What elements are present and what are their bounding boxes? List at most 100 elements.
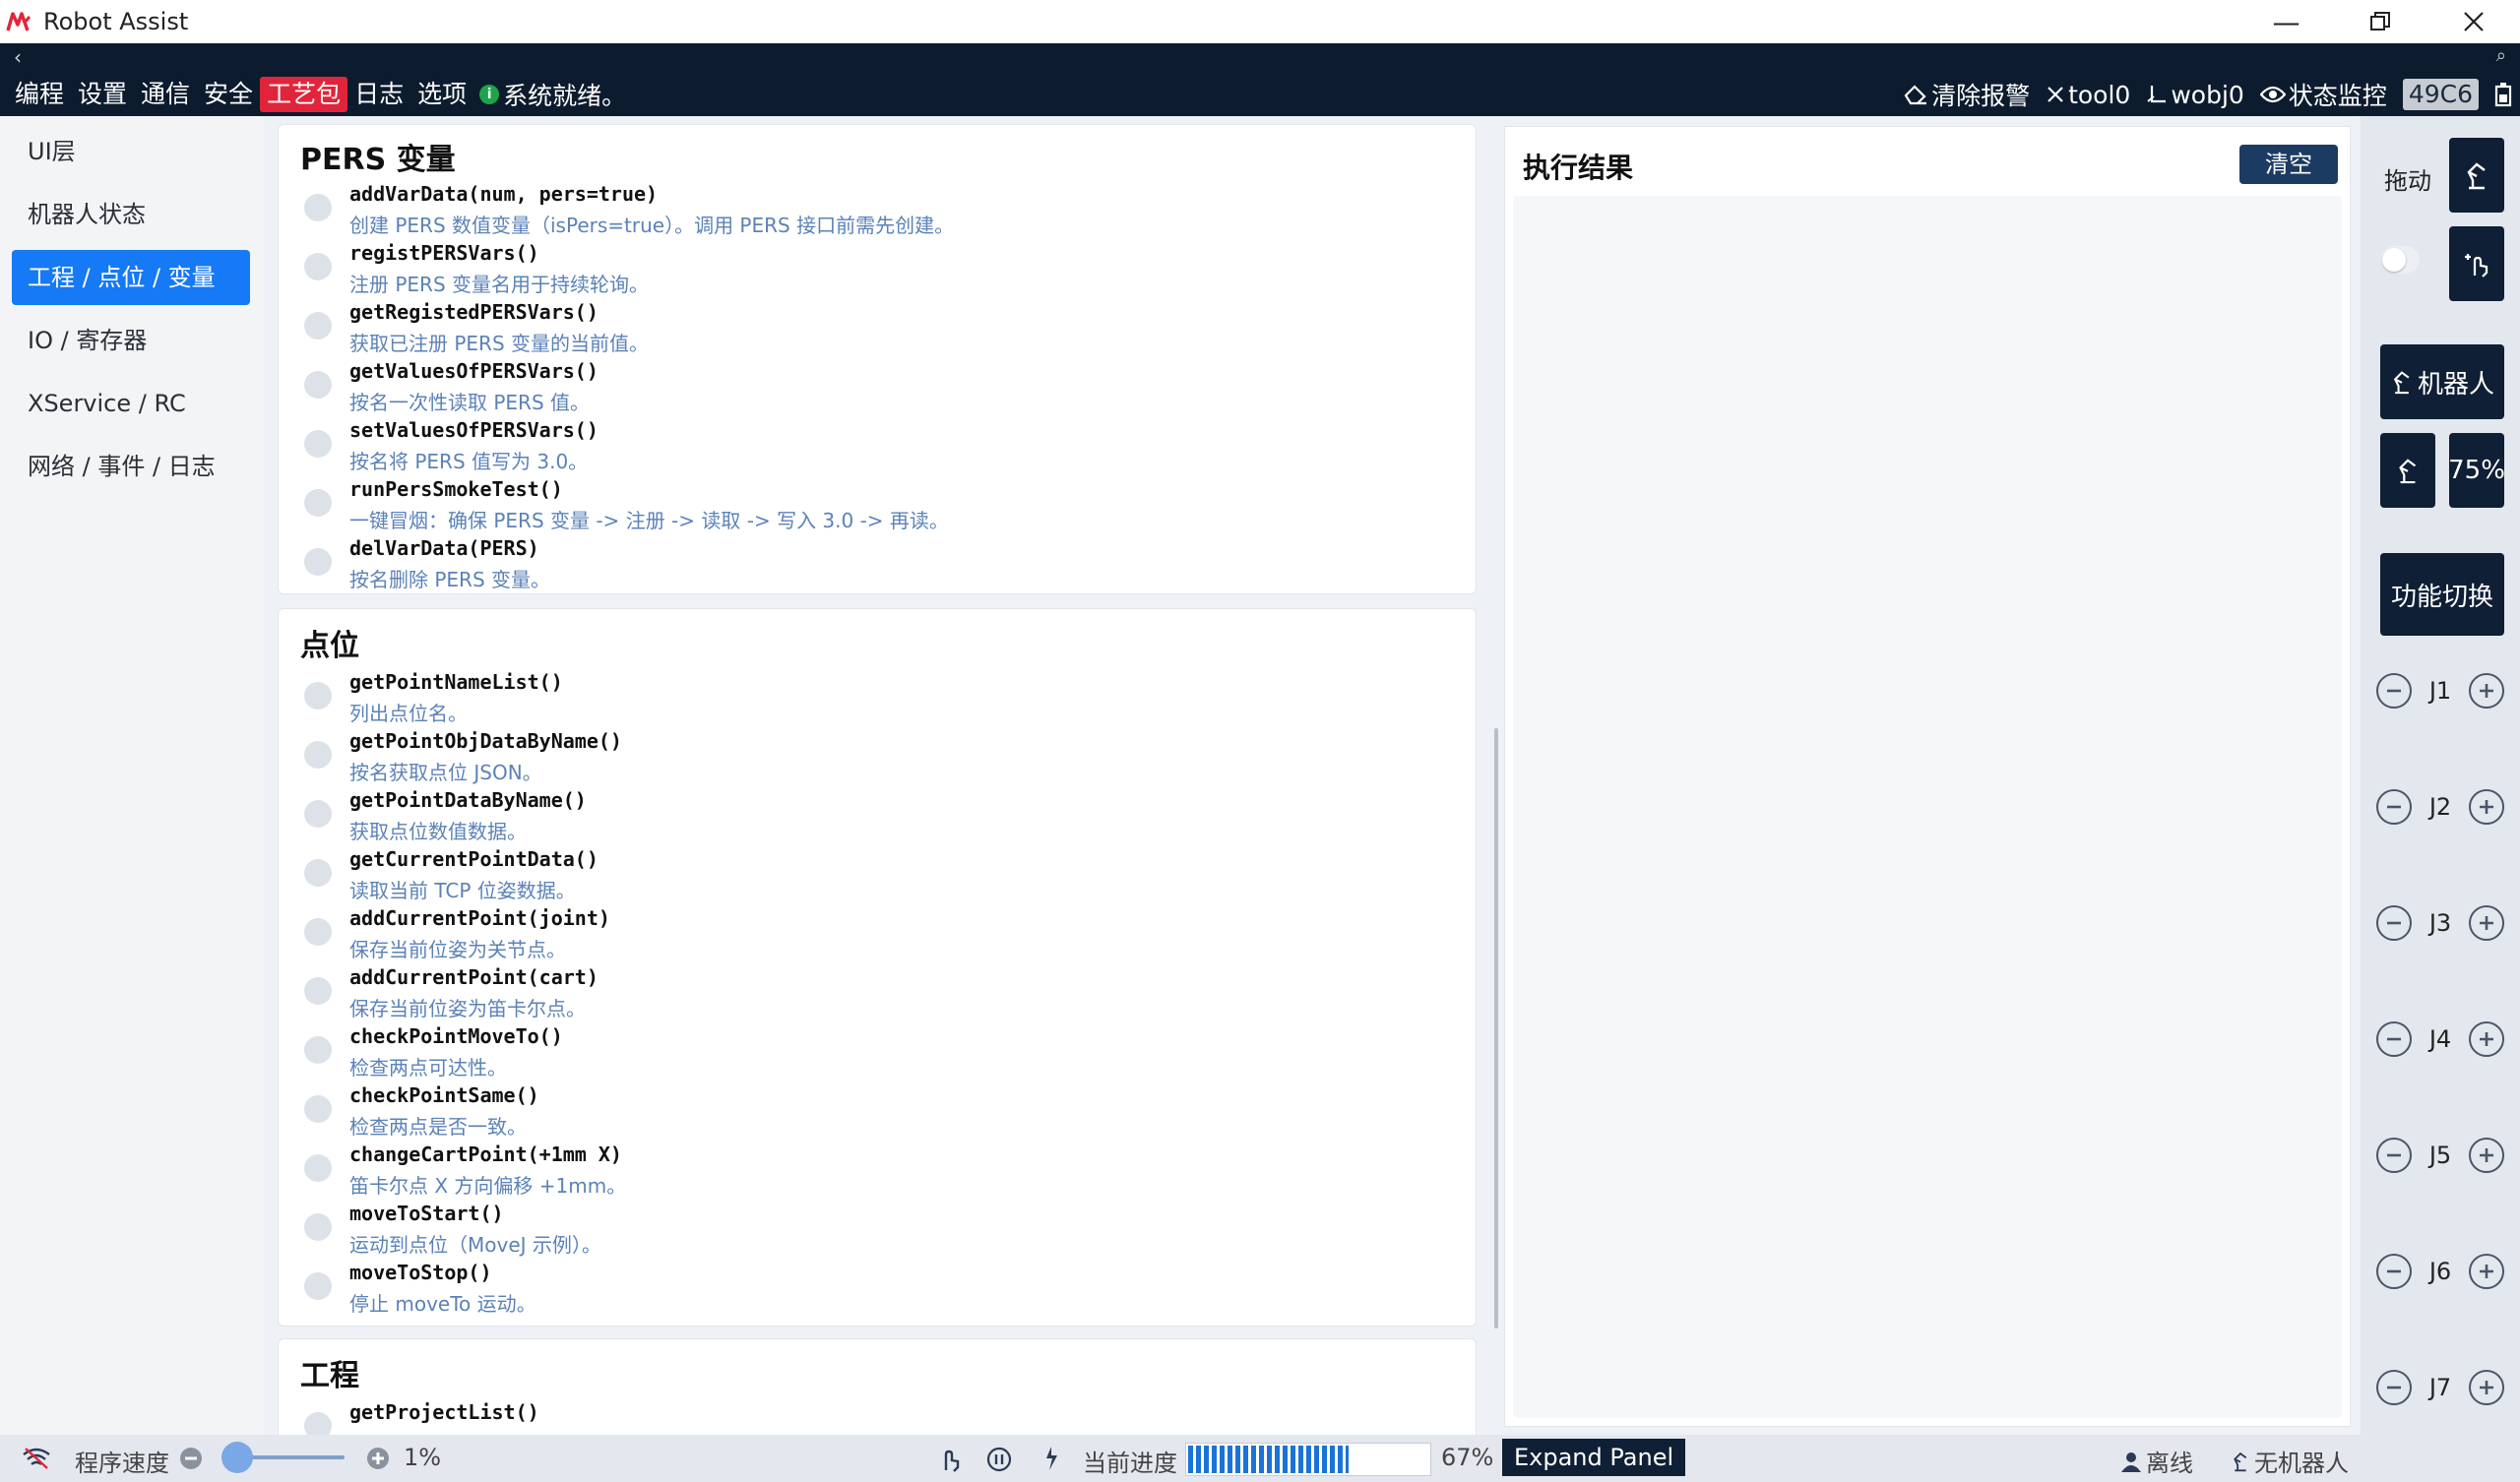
- clear-alarm-button[interactable]: 清除报警: [1903, 77, 2030, 112]
- api-row[interactable]: checkPointMoveTo() 检查两点可达性。: [304, 1024, 1436, 1083]
- api-radio[interactable]: [304, 489, 332, 517]
- api-radio[interactable]: [304, 741, 332, 769]
- api-function-name: delVarData(PERS): [349, 536, 539, 560]
- menu-item-safety[interactable]: 安全: [197, 77, 260, 112]
- menu-item-programming[interactable]: 编程: [8, 77, 71, 112]
- joint-plus-button[interactable]: [2469, 1370, 2504, 1405]
- api-row[interactable]: getValuesOfPERSVars() 按名一次性读取 PERS 值。: [304, 359, 1436, 418]
- slider-knob[interactable]: [221, 1442, 253, 1473]
- drag-toggle[interactable]: [2380, 246, 2420, 274]
- api-radio[interactable]: [304, 548, 332, 576]
- back-icon[interactable]: ‹: [14, 45, 22, 69]
- joint-minus-button[interactable]: [2376, 789, 2412, 825]
- joint-plus-button[interactable]: [2469, 905, 2504, 941]
- joint-label: J6: [2428, 1258, 2452, 1285]
- api-radio[interactable]: [304, 430, 332, 458]
- robot-button[interactable]: 机器人: [2380, 344, 2504, 419]
- joint-plus-button[interactable]: [2469, 673, 2504, 709]
- pers-variables-card: PERS 变量 addVarData(num, pers=true) 创建 PER…: [278, 124, 1477, 594]
- joint-plus-button[interactable]: [2469, 1021, 2504, 1057]
- api-description: 创建 PERS 数值变量（isPers=true）。调用 PERS 接口前需先创…: [349, 214, 955, 237]
- joint-plus-button[interactable]: [2469, 1254, 2504, 1289]
- api-radio[interactable]: [304, 682, 332, 710]
- hand-guide-button[interactable]: [2449, 226, 2504, 301]
- menu-item-log[interactable]: 日志: [347, 77, 410, 112]
- search-icon[interactable]: ⌕: [2496, 45, 2506, 66]
- robot-mode-button[interactable]: [2380, 433, 2435, 508]
- speed-decrease-button[interactable]: [179, 1447, 203, 1470]
- api-row[interactable]: getRegistedPERSVars() 获取已注册 PERS 变量的当前值。: [304, 300, 1436, 359]
- api-row[interactable]: addCurrentPoint(joint) 保存当前位姿为关节点。: [304, 906, 1436, 965]
- joint-plus-button[interactable]: [2469, 1138, 2504, 1173]
- api-row[interactable]: getProjectList(): [304, 1400, 1436, 1435]
- run-mode-icon[interactable]: [1041, 1445, 1061, 1472]
- step-mode-icon[interactable]: [937, 1445, 961, 1472]
- function-switch-button[interactable]: 功能切换: [2380, 553, 2504, 636]
- drag-mode-button[interactable]: [2449, 138, 2504, 213]
- api-row[interactable]: getCurrentPointData() 读取当前 TCP 位姿数据。: [304, 847, 1436, 906]
- menu-item-process-package[interactable]: 工艺包: [260, 77, 348, 112]
- pause-icon[interactable]: [986, 1447, 1012, 1472]
- api-row[interactable]: checkPointSame() 检查两点是否一致。: [304, 1083, 1436, 1142]
- api-row[interactable]: delVarData(PERS) 按名删除 PERS 变量。: [304, 536, 1436, 595]
- api-radio[interactable]: [304, 1095, 332, 1123]
- api-radio[interactable]: [304, 253, 332, 280]
- joint-plus-button[interactable]: [2469, 789, 2504, 825]
- minimize-button[interactable]: —: [2239, 0, 2333, 43]
- menu-item-communication[interactable]: 通信: [134, 77, 197, 112]
- api-row[interactable]: setValuesOfPERSVars() 按名将 PERS 值写为 3.0。: [304, 418, 1436, 477]
- minus-icon: [2387, 1037, 2401, 1041]
- api-radio[interactable]: [304, 859, 332, 887]
- program-speed-slider[interactable]: [221, 1442, 345, 1473]
- api-row[interactable]: getPointDataByName() 获取点位数值数据。: [304, 788, 1436, 847]
- api-radio[interactable]: [304, 1036, 332, 1064]
- sidebar-item-io-registers[interactable]: IO / 寄存器: [12, 313, 250, 368]
- speed-ratio-button[interactable]: 75%: [2448, 433, 2505, 508]
- api-radio[interactable]: [304, 371, 332, 399]
- joint-minus-button[interactable]: [2376, 1370, 2412, 1405]
- api-row[interactable]: moveToStop() 停止 moveTo 运动。: [304, 1261, 1436, 1320]
- content-scrollbar[interactable]: [1494, 728, 1498, 1328]
- tool-selector[interactable]: tool0: [2046, 81, 2130, 109]
- api-row[interactable]: changeCartPoint(+1mm X) 笛卡尔点 X 方向偏移 +1mm。: [304, 1142, 1436, 1202]
- clear-button[interactable]: 清空: [2239, 145, 2338, 184]
- api-row[interactable]: moveToStart() 运动到点位（MoveJ 示例）。: [304, 1202, 1436, 1261]
- api-radio[interactable]: [304, 1213, 332, 1241]
- wobj-selector[interactable]: wobj0: [2146, 81, 2244, 109]
- api-radio[interactable]: [304, 1412, 332, 1435]
- api-radio[interactable]: [304, 1154, 332, 1182]
- api-row[interactable]: runPersSmokeTest() 一键冒烟：确保 PERS 变量 -> 注册 …: [304, 477, 1436, 536]
- sidebar-item-network-events-log[interactable]: 网络 / 事件 / 日志: [12, 439, 250, 494]
- sidebar-item-project-points-vars[interactable]: 工程 / 点位 / 变量: [12, 250, 250, 305]
- sidebar-item-ui-layer[interactable]: UI层: [12, 124, 250, 179]
- api-row[interactable]: getPointNameList() 列出点位名。: [304, 670, 1436, 729]
- api-row[interactable]: addCurrentPoint(cart) 保存当前位姿为笛卡尔点。: [304, 965, 1436, 1024]
- api-radio[interactable]: [304, 918, 332, 946]
- menu-item-settings[interactable]: 设置: [71, 77, 134, 112]
- joint-label: J1: [2428, 677, 2452, 705]
- speed-increase-button[interactable]: [366, 1447, 390, 1470]
- joint-minus-button[interactable]: [2376, 1021, 2412, 1057]
- status-monitor-button[interactable]: 状态监控: [2259, 77, 2387, 112]
- api-radio[interactable]: [304, 800, 332, 828]
- sidebar-item-robot-status[interactable]: 机器人状态: [12, 187, 250, 242]
- joint-minus-button[interactable]: [2376, 673, 2412, 709]
- api-radio[interactable]: [304, 1272, 332, 1300]
- joint-minus-button[interactable]: [2376, 905, 2412, 941]
- api-radio[interactable]: [304, 977, 332, 1005]
- joint-minus-button[interactable]: [2376, 1138, 2412, 1173]
- api-description: 停止 moveTo 运动。: [349, 1292, 536, 1316]
- api-row[interactable]: addVarData(num, pers=true) 创建 PERS 数值变量（i…: [304, 182, 1436, 241]
- joint-minus-button[interactable]: [2376, 1254, 2412, 1289]
- api-radio[interactable]: [304, 194, 332, 221]
- api-description: 运动到点位（MoveJ 示例）。: [349, 1233, 601, 1257]
- close-button[interactable]: [2426, 0, 2520, 43]
- expand-panel-button[interactable]: Expand Panel: [1502, 1439, 1686, 1476]
- api-radio[interactable]: [304, 312, 332, 340]
- sidebar-item-xservice-rc[interactable]: XService / RC: [12, 376, 250, 431]
- api-row[interactable]: getPointObjDataByName() 按名获取点位 JSON。: [304, 729, 1436, 788]
- api-row[interactable]: registPERSVars() 注册 PERS 变量名用于持续轮询。: [304, 241, 1436, 300]
- status-bar: 程序速度 1% 当前进度 67% Expand Panel 离线 无机器人: [0, 1435, 2520, 1482]
- menu-item-options[interactable]: 选项: [410, 77, 473, 112]
- restore-button[interactable]: [2333, 0, 2426, 43]
